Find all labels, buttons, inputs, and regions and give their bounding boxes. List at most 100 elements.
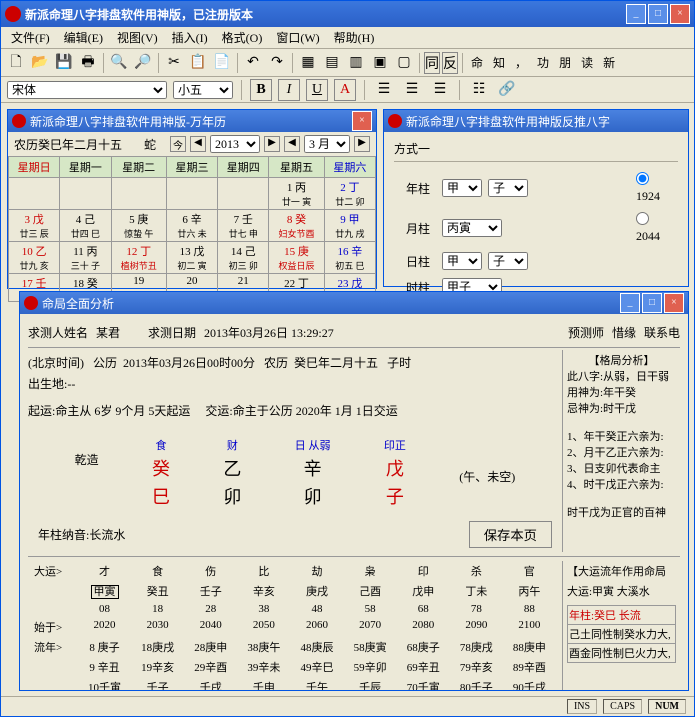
day-stem-select[interactable]: 甲 — [442, 252, 482, 270]
align-right-icon[interactable]: ☰ — [429, 79, 451, 101]
menu-file[interactable]: 文件(F) — [5, 27, 56, 48]
calendar-cell[interactable] — [60, 178, 111, 210]
luck-cell: 38 — [237, 603, 290, 615]
year-branch-select[interactable]: 子 — [488, 179, 528, 197]
radio-2044[interactable] — [636, 212, 649, 225]
luck-cell: 59辛卯 — [344, 659, 397, 675]
calendar-cell[interactable]: 8 癸妇女节酉 — [269, 210, 324, 242]
maximize-button[interactable]: □ — [648, 4, 668, 24]
cut-icon[interactable]: ✂ — [163, 52, 185, 74]
day-branch-select[interactable]: 子 — [488, 252, 528, 270]
today-button[interactable]: 今 — [170, 136, 186, 152]
radio-1924[interactable] — [636, 172, 649, 185]
font-size-select[interactable]: 小五 — [173, 81, 233, 99]
calendar-cell[interactable]: 5 庚惊蛰 午 — [111, 210, 166, 242]
tb-text-peng[interactable]: 朋 — [555, 54, 575, 71]
calendar-cell[interactable]: 13 戊初二 寅 — [166, 242, 217, 274]
calendar-cell[interactable] — [218, 178, 269, 210]
date-label: 求测日期 — [148, 324, 196, 341]
tb-text-btn-1[interactable]: 同 — [424, 52, 440, 74]
calendar-cell[interactable]: 12 丁植树节丑 — [111, 242, 166, 274]
calendar-cell[interactable]: 9 甲廿九 戌 — [324, 210, 375, 242]
list-icon[interactable]: ☷ — [468, 79, 490, 101]
tb-icon-2[interactable]: ▤ — [321, 52, 343, 74]
calendar-cell[interactable]: 10 乙廿九 亥 — [9, 242, 60, 274]
month-pillar-select[interactable]: 丙寅 — [442, 219, 502, 237]
tb-icon-1[interactable]: ▦ — [297, 52, 319, 74]
font-name-select[interactable]: 宋体 — [7, 81, 167, 99]
analysis-maximize-button[interactable]: □ — [642, 293, 662, 313]
weekday-mon: 星期一 — [60, 157, 111, 178]
calendar-cell[interactable]: 16 辛初五 巳 — [324, 242, 375, 274]
tb-text-zhi[interactable]: 知 — [489, 54, 509, 71]
calendar-cell[interactable] — [166, 178, 217, 210]
tb-text-gong[interactable]: 功 — [533, 54, 553, 71]
year-prev-button[interactable]: ◀ — [190, 136, 206, 152]
tb-text-btn-2[interactable]: 反 — [442, 52, 458, 74]
print-icon[interactable]: 🖶 — [77, 52, 99, 74]
underline-icon[interactable]: U — [306, 79, 328, 101]
calendar-cell[interactable]: 4 己廿四 巳 — [60, 210, 111, 242]
year-next-button[interactable]: ▶ — [264, 136, 280, 152]
new-icon[interactable]: 🗋 — [5, 52, 27, 74]
year-select[interactable]: 2013 — [210, 135, 260, 153]
copy-icon[interactable]: 📋 — [187, 52, 209, 74]
menu-view[interactable]: 视图(V) — [111, 27, 164, 48]
year-stem-select[interactable]: 甲 — [442, 179, 482, 197]
open-icon[interactable]: 📂 — [29, 52, 51, 74]
menu-window[interactable]: 窗口(W) — [270, 27, 325, 48]
bold-icon[interactable]: B — [250, 79, 272, 101]
calendar-cell[interactable]: 11 丙三十 子 — [60, 242, 111, 274]
section-header: 【格局分析】 — [567, 352, 676, 368]
calendar-cell[interactable]: 15 庚权益日辰 — [269, 242, 324, 274]
tb-icon-5[interactable]: ▢ — [393, 52, 415, 74]
redo-icon[interactable]: ↷ — [266, 52, 288, 74]
paste-icon[interactable]: 📄 — [211, 52, 233, 74]
menu-insert[interactable]: 插入(I) — [166, 27, 214, 48]
italic-icon[interactable]: I — [278, 79, 300, 101]
calendar-close-button[interactable]: × — [352, 111, 372, 131]
luck-cell: 90壬戌 — [503, 679, 556, 690]
dayun-label: 大运> — [34, 563, 74, 579]
tb-text-du[interactable]: 读 — [577, 54, 597, 71]
menu-edit[interactable]: 编辑(E) — [58, 27, 109, 48]
preview-icon[interactable]: 🔍 — [108, 52, 130, 74]
calendar-cell[interactable]: 14 己初三 卯 — [218, 242, 269, 274]
main-titlebar: 新派命理八字排盘软件用神版，已注册版本 _ □ × — [1, 1, 694, 27]
link-icon[interactable]: 🔗 — [496, 79, 518, 101]
tb-text-ming[interactable]: 命 — [467, 54, 487, 71]
luck-cell: 2100 — [503, 619, 556, 635]
analysis-minimize-button[interactable]: _ — [620, 293, 640, 313]
name-label: 求测人姓名 — [28, 324, 88, 341]
menu-format[interactable]: 格式(O) — [216, 27, 269, 48]
jiaoyun-value: 命主于公历 2020年 1月 1日交运 — [233, 404, 398, 418]
month-prev-button[interactable]: ◀ — [284, 136, 300, 152]
luck-cell: 89辛酉 — [503, 659, 556, 675]
save-icon[interactable]: 💾 — [53, 52, 75, 74]
calendar-cell[interactable]: 6 辛廿六 未 — [166, 210, 217, 242]
month-select[interactable]: 3 月 — [304, 135, 350, 153]
month-next-button[interactable]: ▶ — [354, 136, 370, 152]
tb-text-xin[interactable]: 新 — [599, 54, 619, 71]
calendar-cell[interactable]: 7 壬廿七 申 — [218, 210, 269, 242]
analysis-close-button[interactable]: × — [664, 293, 684, 313]
align-center-icon[interactable]: ☰ — [401, 79, 423, 101]
search-icon[interactable]: 🔎 — [132, 52, 154, 74]
calendar-cell[interactable] — [111, 178, 166, 210]
predictor-label: 预测师 — [568, 324, 604, 341]
luck-cell: 18 — [131, 603, 184, 615]
tb-icon-4[interactable]: ▣ — [369, 52, 391, 74]
calendar-cell[interactable]: 3 戊廿三 辰 — [9, 210, 60, 242]
align-left-icon[interactable]: ☰ — [373, 79, 395, 101]
undo-icon[interactable]: ↶ — [242, 52, 264, 74]
tb-icon-3[interactable]: ▥ — [345, 52, 367, 74]
save-page-button[interactable]: 保存本页 — [469, 521, 552, 548]
minimize-button[interactable]: _ — [626, 4, 646, 24]
calendar-cell[interactable]: 2 丁廿二 卯 — [324, 178, 375, 210]
close-button[interactable]: × — [670, 4, 690, 24]
calendar-cell[interactable]: 1 丙廿一 寅 — [269, 178, 324, 210]
menu-help[interactable]: 帮助(H) — [328, 27, 381, 48]
calendar-cell[interactable] — [9, 178, 60, 210]
weekday-sun: 星期日 — [9, 157, 60, 178]
font-color-icon[interactable]: A — [334, 79, 356, 101]
